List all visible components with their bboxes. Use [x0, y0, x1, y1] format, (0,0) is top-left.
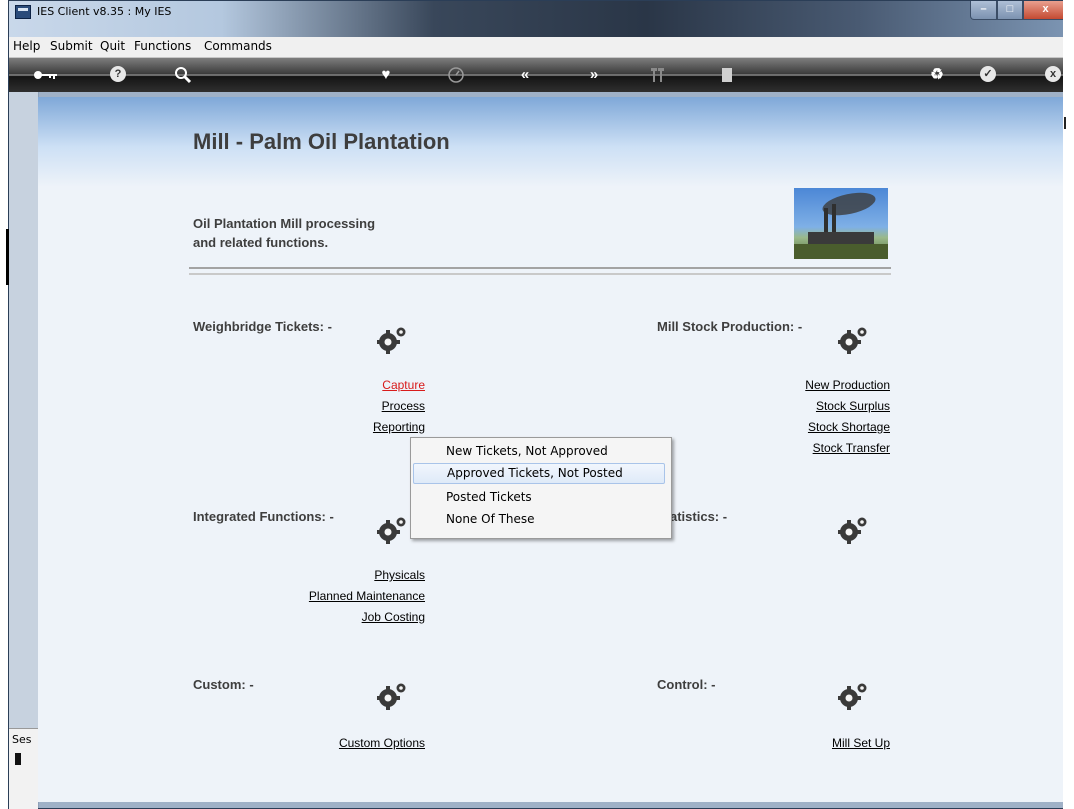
statistics-gear-icon[interactable] [838, 515, 868, 545]
session-glyph-icon [15, 753, 21, 765]
section-title-mill-stock: Mill Stock Production: - [657, 319, 803, 334]
menu-functions[interactable]: Functions [134, 39, 191, 53]
intro-line-2: and related functions. [193, 235, 329, 250]
custom-gear-icon[interactable] [377, 681, 407, 711]
heart-icon[interactable]: ♥ [375, 65, 397, 85]
section-title-control: Control: - [657, 677, 716, 692]
weighbridge-gear-icon[interactable] [377, 325, 407, 355]
app-icon [15, 5, 31, 19]
link-stock-shortage[interactable]: Stock Shortage [630, 417, 890, 438]
fast-forward-icon[interactable]: » [583, 65, 605, 85]
popup-item-new-tickets[interactable]: New Tickets, Not Approved [413, 441, 665, 462]
header-divider [189, 267, 891, 275]
close-icon[interactable]: x [1045, 66, 1061, 82]
content-page: Mill - Palm Oil Plantation Oil Plantatio… [38, 97, 1071, 802]
search-icon[interactable] [172, 65, 194, 85]
weighbridge-links: Capture Process Reporting [165, 375, 425, 438]
intro-line-1: Oil Plantation Mill processing [193, 216, 376, 231]
popup-item-posted-tickets[interactable]: Posted Tickets [413, 487, 665, 508]
intro-text: Oil Plantation Mill processing and relat… [193, 214, 453, 252]
minimize-button[interactable]: – [970, 1, 997, 20]
menu-commands[interactable]: Commands [204, 39, 272, 53]
page-title: Mill - Palm Oil Plantation [193, 129, 450, 154]
link-new-production[interactable]: New Production [630, 375, 890, 396]
link-mill-set-up[interactable]: Mill Set Up [630, 733, 890, 754]
link-planned-maintenance[interactable]: Planned Maintenance [165, 586, 425, 607]
client-area: Ses Mill - Palm Oil Plantation Oil Plant… [9, 92, 1071, 809]
left-edge-marker [6, 229, 9, 285]
section-title-custom: Custom: - [193, 677, 254, 692]
section-title-integrated: Integrated Functions: - [193, 509, 334, 524]
clock-icon[interactable] [445, 65, 467, 85]
maximize-button[interactable]: □ [997, 1, 1023, 20]
link-capture[interactable]: Capture [165, 375, 425, 396]
help-icon[interactable]: ? [110, 66, 126, 82]
window-title: IES Client v8.35 : My IES [37, 5, 172, 18]
toolbar: ? ♥ « » ♻ ✓ x [9, 58, 1071, 92]
link-job-costing[interactable]: Job Costing [165, 607, 425, 628]
session-panel[interactable]: Ses [9, 728, 38, 809]
app-window: IES Client v8.35 : My IES – □ x Help Sub… [8, 0, 1072, 809]
title-bar[interactable]: IES Client v8.35 : My IES – □ x [9, 1, 1071, 37]
integrated-links: Physicals Planned Maintenance Job Costin… [165, 565, 425, 628]
close-window-button[interactable]: x [1023, 1, 1068, 20]
rewind-icon[interactable]: « [514, 65, 536, 85]
menu-submit[interactable]: Submit [50, 39, 93, 53]
custom-links: Custom Options [165, 733, 425, 754]
reporting-popup-menu: New Tickets, Not Approved Approved Ticke… [410, 437, 672, 539]
link-custom-options[interactable]: Custom Options [165, 733, 425, 754]
menu-quit[interactable]: Quit [100, 39, 125, 53]
control-gear-icon[interactable] [838, 681, 868, 711]
edge-bracket-icon [1064, 117, 1073, 129]
link-process[interactable]: Process [165, 396, 425, 417]
popup-item-approved-tickets[interactable]: Approved Tickets, Not Posted [413, 463, 665, 484]
control-links: Mill Set Up [630, 733, 890, 754]
menu-bar: Help Submit Quit Functions Commands [9, 37, 1071, 58]
menu-help[interactable]: Help [13, 39, 40, 53]
section-title-weighbridge: Weighbridge Tickets: - [193, 319, 332, 334]
popup-item-none[interactable]: None Of These [413, 509, 665, 530]
session-label: Ses [12, 733, 32, 746]
mill-photo [794, 188, 888, 259]
recycle-icon[interactable]: ♻ [926, 65, 948, 85]
link-physicals[interactable]: Physicals [165, 565, 425, 586]
link-stock-surplus[interactable]: Stock Surplus [630, 396, 890, 417]
mill-stock-gear-icon[interactable] [838, 325, 868, 355]
integrated-gear-icon[interactable] [377, 515, 407, 545]
tools-icon[interactable] [647, 65, 669, 85]
left-rail: Ses [9, 92, 39, 809]
key-icon[interactable] [31, 65, 61, 85]
page-icon[interactable] [716, 65, 738, 85]
link-reporting[interactable]: Reporting [165, 417, 425, 438]
ok-icon[interactable]: ✓ [980, 66, 996, 82]
